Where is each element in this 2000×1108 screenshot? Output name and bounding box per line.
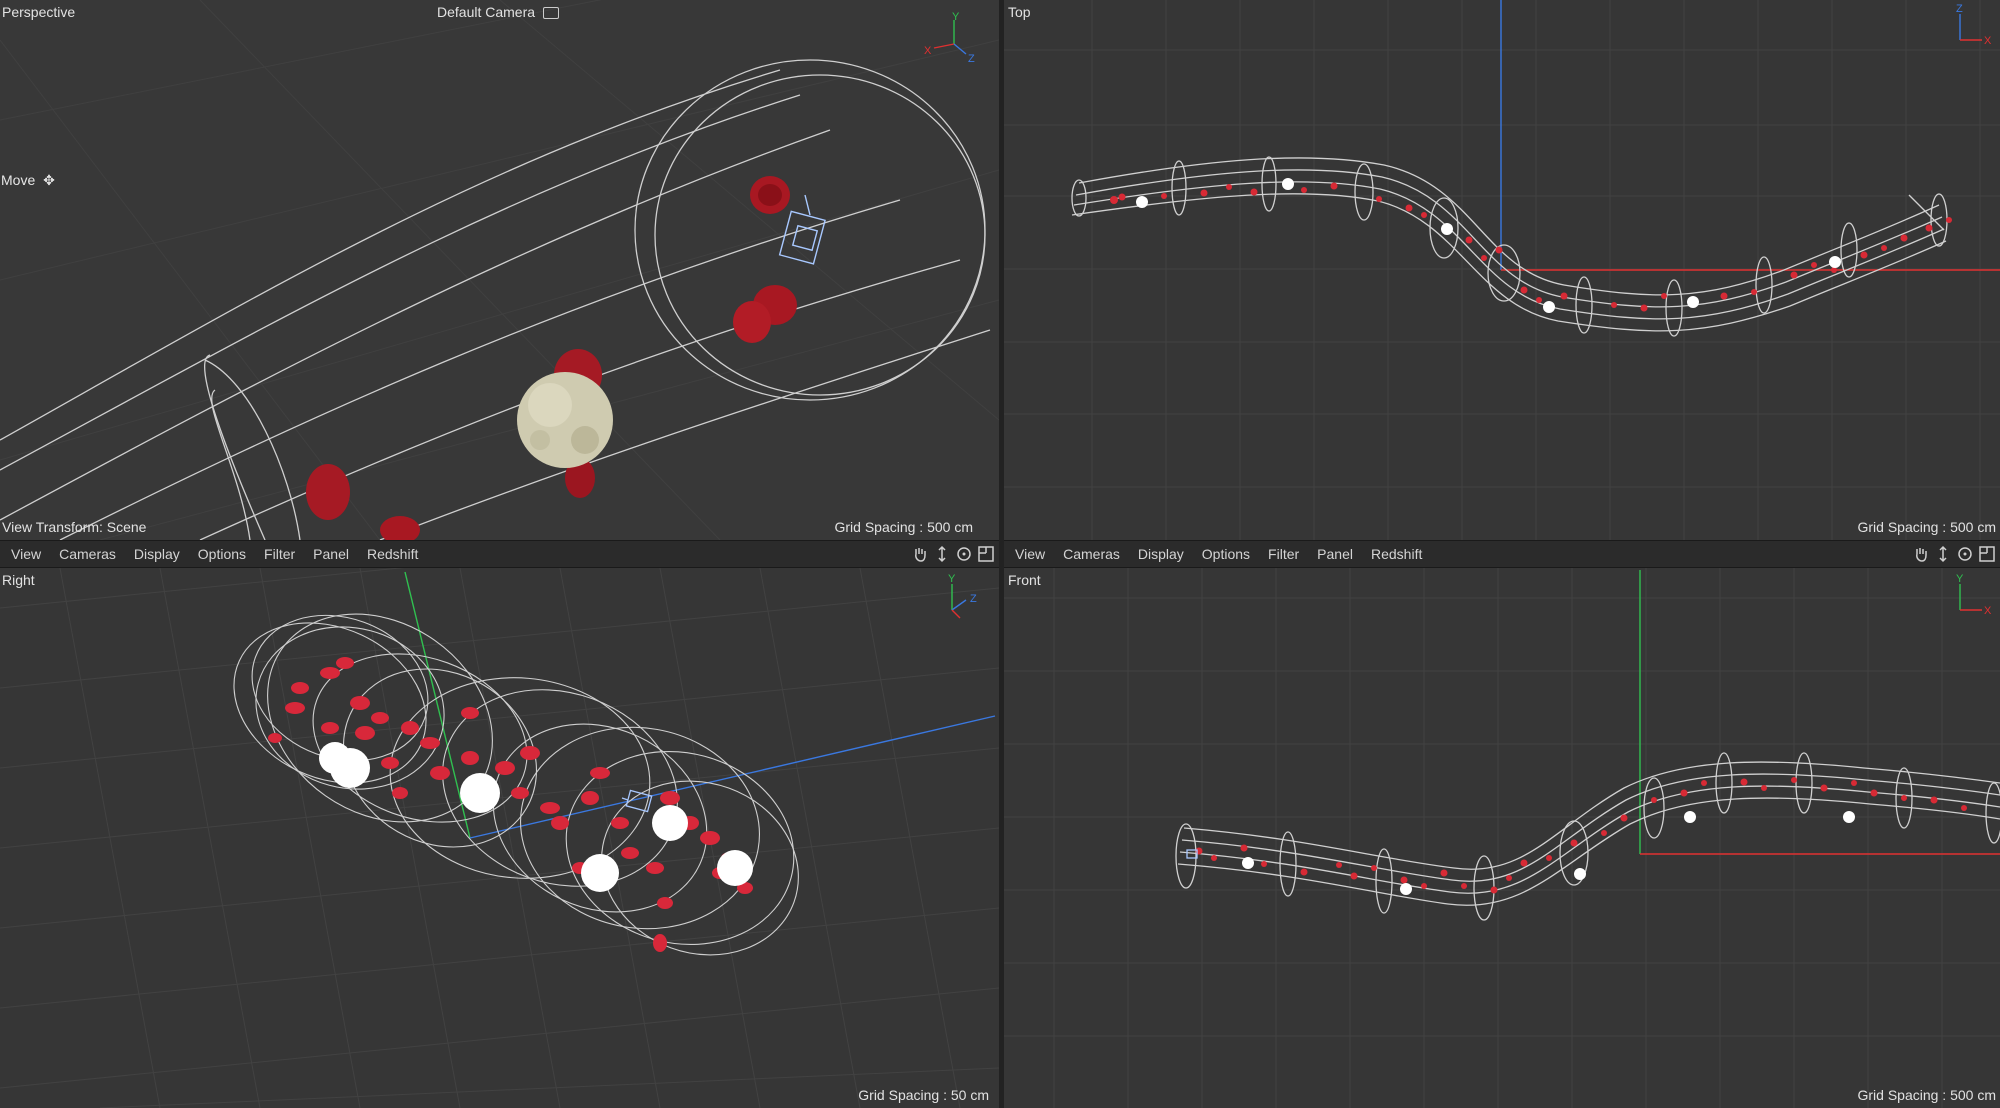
menu-display[interactable]: Display bbox=[125, 546, 189, 562]
grid-spacing-perspective: Grid Spacing : 500 cm bbox=[834, 519, 973, 535]
axis-label-y: Y bbox=[948, 573, 956, 585]
axis-label-x: X bbox=[924, 45, 932, 57]
rotate-icon[interactable] bbox=[1956, 545, 1974, 563]
move-mode-indicator[interactable]: Move ✥ bbox=[1, 172, 55, 189]
viewport-title-top: Top bbox=[1008, 4, 1031, 20]
viewport-tools-right bbox=[1912, 545, 1996, 563]
hand-icon[interactable] bbox=[911, 545, 929, 563]
menu-panel[interactable]: Panel bbox=[304, 546, 358, 562]
menu-cameras[interactable]: Cameras bbox=[50, 546, 125, 562]
axis-label-x: X bbox=[1984, 35, 1992, 47]
perspective-viewport[interactable]: Perspective Default Camera Move ✥ Y X Z … bbox=[0, 0, 999, 540]
move-arrows-icon[interactable] bbox=[933, 545, 951, 563]
menu-view[interactable]: View bbox=[2, 546, 50, 562]
top-scene bbox=[1004, 0, 2000, 540]
axis-gizmo-front: Y X bbox=[1956, 573, 1992, 617]
axis-label-z: Z bbox=[970, 593, 977, 605]
mode-label: Move bbox=[1, 172, 36, 188]
axis-gizmo-perspective: Y X Z bbox=[924, 11, 975, 65]
viewport-tools-left bbox=[911, 545, 995, 563]
rotate-icon[interactable] bbox=[955, 545, 973, 563]
grid-spacing-top: Grid Spacing : 500 cm bbox=[1857, 519, 1996, 535]
move-arrows-icon[interactable] bbox=[1934, 545, 1952, 563]
axis-label-x: X bbox=[1984, 605, 1992, 617]
menu-options[interactable]: Options bbox=[1193, 546, 1259, 562]
perspective-scene bbox=[0, 0, 999, 540]
menu-filter[interactable]: Filter bbox=[255, 546, 304, 562]
axis-gizmo-top: Z X bbox=[1956, 3, 1992, 47]
grid-spacing-right: Grid Spacing : 50 cm bbox=[858, 1087, 989, 1103]
viewport-divider[interactable] bbox=[999, 0, 1004, 1108]
right-scene bbox=[0, 568, 999, 1108]
view-transform-label: View Transform: Scene bbox=[2, 519, 147, 535]
axis-label-y: Y bbox=[952, 11, 960, 23]
move-icon: ✥ bbox=[43, 172, 55, 188]
menu-view[interactable]: View bbox=[1006, 546, 1054, 562]
camera-selector[interactable]: Default Camera bbox=[437, 4, 559, 20]
front-viewport[interactable]: Front Y X Grid Spacing : 500 cm bbox=[1004, 568, 2000, 1108]
menu-options[interactable]: Options bbox=[189, 546, 255, 562]
axis-gizmo-right: Y Z bbox=[948, 573, 977, 619]
grid-spacing-front: Grid Spacing : 500 cm bbox=[1857, 1087, 1996, 1103]
viewport-menubar-right: View Cameras Display Options Filter Pane… bbox=[1004, 540, 2000, 568]
viewport-title-perspective: Perspective bbox=[2, 4, 76, 20]
maximize-icon[interactable] bbox=[977, 545, 995, 563]
axis-label-z: Z bbox=[968, 53, 975, 65]
menu-filter[interactable]: Filter bbox=[1259, 546, 1308, 562]
viewport-menubar-left: View Cameras Display Options Filter Pane… bbox=[0, 540, 999, 568]
hand-icon[interactable] bbox=[1912, 545, 1930, 563]
front-scene bbox=[1004, 568, 2000, 1108]
top-viewport[interactable]: Top Z X Grid Spacing : 500 cm bbox=[1004, 0, 2000, 540]
menu-redshift[interactable]: Redshift bbox=[1362, 546, 1431, 562]
menu-display[interactable]: Display bbox=[1129, 546, 1193, 562]
camera-name: Default Camera bbox=[437, 4, 536, 20]
camera-icon bbox=[542, 7, 559, 20]
maximize-icon[interactable] bbox=[1978, 545, 1996, 563]
axis-label-z: Z bbox=[1956, 3, 1963, 15]
menu-panel[interactable]: Panel bbox=[1308, 546, 1362, 562]
menu-cameras[interactable]: Cameras bbox=[1054, 546, 1129, 562]
perspective-white-blood-cell bbox=[517, 372, 613, 468]
axis-label-y: Y bbox=[1956, 573, 1964, 585]
viewport-title-front: Front bbox=[1008, 572, 1041, 588]
menu-redshift[interactable]: Redshift bbox=[358, 546, 427, 562]
right-viewport[interactable]: Right Y Z Grid Spacing : 50 cm bbox=[0, 568, 999, 1108]
viewport-title-right: Right bbox=[2, 572, 35, 588]
